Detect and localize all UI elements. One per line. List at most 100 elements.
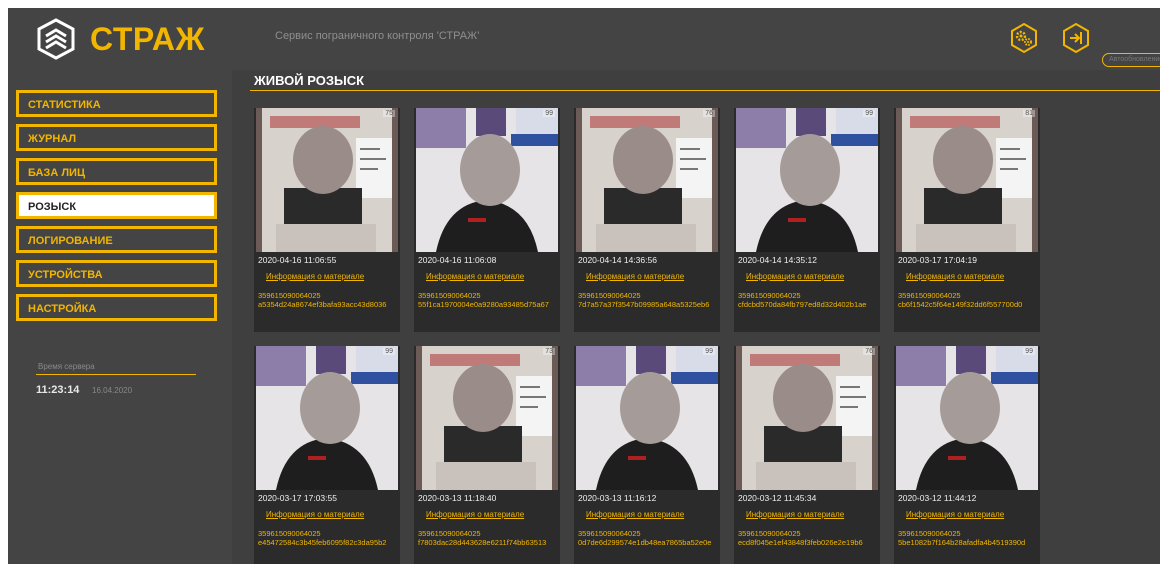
face-photo[interactable]: 76: [736, 346, 878, 490]
wanted-card[interactable]: 75 2020-04-16 11:06:55 Информация о матери…: [254, 108, 400, 332]
device-id: 359615090064025: [258, 529, 321, 538]
wanted-card[interactable]: 73 2020-03-13 11:18:40 Информация о матери…: [414, 346, 560, 564]
material-info-link[interactable]: Информация о материале: [426, 272, 524, 281]
match-score: 76: [863, 348, 875, 355]
nav-devices[interactable]: УСТРОЙСТВА: [16, 260, 217, 287]
logout-button[interactable]: [1062, 22, 1090, 54]
service-title: Сервис пограничного контроля 'СТРАЖ': [275, 30, 480, 42]
nav-search-wanted[interactable]: РОЗЫСК: [16, 192, 217, 219]
face-photo[interactable]: 99: [896, 346, 1038, 490]
server-time-label: Время сервера: [38, 362, 95, 371]
wanted-card[interactable]: 81 2020-03-17 17:04:19 Информация о матери…: [894, 108, 1040, 332]
record-hash: f7803dac28d443628e6211f74bb63513: [418, 538, 547, 547]
face-photo[interactable]: 99: [256, 346, 398, 490]
match-score: 99: [863, 110, 875, 117]
face-photo[interactable]: 99: [576, 346, 718, 490]
app-window: СТРАЖ Сервис пограничного контроля 'СТРА…: [8, 8, 1160, 564]
brand-logo[interactable]: СТРАЖ: [36, 18, 205, 60]
record-identifiers: 359615090064025 7d7a57a37f3547b09985a648a…: [578, 291, 718, 309]
record-identifiers: 359615090064025 0d7de6d299574e1db48ea7865…: [578, 529, 718, 547]
record-identifiers: 359615090064025 f7803dac28d443628e6211f74…: [418, 529, 558, 547]
device-id: 359615090064025: [898, 291, 961, 300]
capture-timestamp: 2020-03-13 11:16:12: [578, 493, 657, 503]
record-hash: cfdcbd570da84fb797ed8d32d402b1ae: [738, 300, 867, 309]
material-info-link[interactable]: Информация о материале: [586, 510, 684, 519]
record-identifiers: 359615090064025 cfdcbd570da84fb797ed8d32d…: [738, 291, 878, 309]
record-hash: a5354d24a8674ef3bafa93acc43d8036: [258, 300, 387, 309]
wanted-card[interactable]: 76 2020-03-12 11:45:34 Информация о матери…: [734, 346, 880, 564]
settings-button[interactable]: [1010, 22, 1038, 54]
nav-statistics[interactable]: СТАТИСТИКА: [16, 90, 217, 117]
material-info-link[interactable]: Информация о материале: [906, 510, 1004, 519]
capture-timestamp: 2020-03-12 11:45:34: [738, 493, 817, 503]
nav-settings[interactable]: НАСТРОЙКА: [16, 294, 217, 321]
record-identifiers: 359615090064025 cb6f1542c5f64e149f32dd6f5…: [898, 291, 1038, 309]
server-time: 11:23:14: [36, 384, 80, 396]
exit-icon: [1063, 22, 1089, 54]
capture-timestamp: 2020-03-12 11:44:12: [898, 493, 977, 503]
capture-timestamp: 2020-04-14 14:35:12: [738, 255, 817, 265]
device-id: 359615090064025: [898, 529, 961, 538]
nav-journal[interactable]: ЖУРНАЛ: [16, 124, 217, 151]
face-photo[interactable]: 81: [896, 108, 1038, 252]
face-photo[interactable]: 76: [576, 108, 718, 252]
wanted-card[interactable]: 99 2020-03-13 11:16:12 Информация о матери…: [574, 346, 720, 564]
wanted-card[interactable]: 99 2020-04-14 14:35:12 Информация о матери…: [734, 108, 880, 332]
gears-icon: [1011, 22, 1037, 54]
face-photo[interactable]: 73: [416, 346, 558, 490]
record-identifiers: 359615090064025 a5354d24a8674ef3bafa93acc…: [258, 291, 398, 309]
wanted-card[interactable]: 76 2020-04-14 14:36:56 Информация о матери…: [574, 108, 720, 332]
record-identifiers: 359615090064025 5be1082b7f164b28afadfa4b4…: [898, 529, 1038, 547]
match-score: 73: [543, 348, 555, 355]
wanted-card[interactable]: 99 2020-04-16 11:06:08 Информация о матери…: [414, 108, 560, 332]
record-hash: 55f1ca1970004e0a9280a93485d75a67: [418, 300, 549, 309]
device-id: 359615090064025: [578, 529, 641, 538]
wanted-card[interactable]: 99 2020-03-12 11:44:12 Информация о матери…: [894, 346, 1040, 564]
match-score: 81: [1023, 110, 1035, 117]
material-info-link[interactable]: Информация о материале: [746, 272, 844, 281]
server-date: 16.04.2020: [92, 386, 133, 395]
material-info-link[interactable]: Информация о материале: [906, 272, 1004, 281]
nav-logging[interactable]: ЛОГИРОВАНИЕ: [16, 226, 217, 253]
material-info-link[interactable]: Информация о материале: [266, 510, 364, 519]
sidebar: СТАТИСТИКА ЖУРНАЛ БАЗА ЛИЦ РОЗЫСК ЛОГИРО…: [8, 70, 232, 564]
face-photo[interactable]: 75: [256, 108, 398, 252]
material-info-link[interactable]: Информация о материале: [586, 272, 684, 281]
face-photo[interactable]: 99: [736, 108, 878, 252]
record-hash: e45472584c3b45feb6095f82c3da95b2: [258, 538, 387, 547]
brand-name: СТРАЖ: [90, 20, 205, 57]
face-photo[interactable]: 99: [416, 108, 558, 252]
capture-timestamp: 2020-04-16 11:06:55: [258, 255, 337, 265]
page-title: ЖИВОЙ РОЗЫСК: [254, 73, 365, 88]
capture-timestamp: 2020-04-14 14:36:56: [578, 255, 657, 265]
device-id: 359615090064025: [738, 529, 801, 538]
title-divider: [250, 90, 1160, 91]
record-identifiers: 359615090064025 ecd8f045e1ef43848f3feb026…: [738, 529, 878, 547]
wanted-card[interactable]: 99 2020-03-17 17:03:55 Информация о матери…: [254, 346, 400, 564]
capture-timestamp: 2020-04-16 11:06:08: [418, 255, 497, 265]
device-id: 359615090064025: [738, 291, 801, 300]
record-hash: ecd8f045e1ef43848f3feb026e2e19b6: [738, 538, 863, 547]
device-id: 359615090064025: [578, 291, 641, 300]
match-score: 76: [703, 110, 715, 117]
main-content: ЖИВОЙ РОЗЫСК 75 2020-04-16 11:06:55 Информ…: [232, 70, 1160, 564]
match-score: 99: [383, 348, 395, 355]
nav-face-database[interactable]: БАЗА ЛИЦ: [16, 158, 217, 185]
server-divider: [36, 374, 196, 375]
match-score: 99: [1023, 348, 1035, 355]
material-info-link[interactable]: Информация о материале: [426, 510, 524, 519]
record-identifiers: 359615090064025 55f1ca1970004e0a9280a9348…: [418, 291, 558, 309]
device-id: 359615090064025: [258, 291, 321, 300]
device-id: 359615090064025: [418, 291, 481, 300]
material-info-link[interactable]: Информация о материале: [746, 510, 844, 519]
record-hash: 7d7a57a37f3547b09985a648a5325eb6: [578, 300, 710, 309]
match-score: 99: [703, 348, 715, 355]
auto-refresh-input[interactable]: Автообновление: [1102, 53, 1160, 67]
record-identifiers: 359615090064025 e45472584c3b45feb6095f82c…: [258, 529, 398, 547]
match-score: 75: [383, 110, 395, 117]
top-bar: СТРАЖ Сервис пограничного контроля 'СТРА…: [8, 8, 1160, 70]
match-score: 99: [543, 110, 555, 117]
capture-timestamp: 2020-03-13 11:18:40: [418, 493, 497, 503]
record-hash: 0d7de6d299574e1db48ea7865ba52e0e: [578, 538, 712, 547]
material-info-link[interactable]: Информация о материале: [266, 272, 364, 281]
